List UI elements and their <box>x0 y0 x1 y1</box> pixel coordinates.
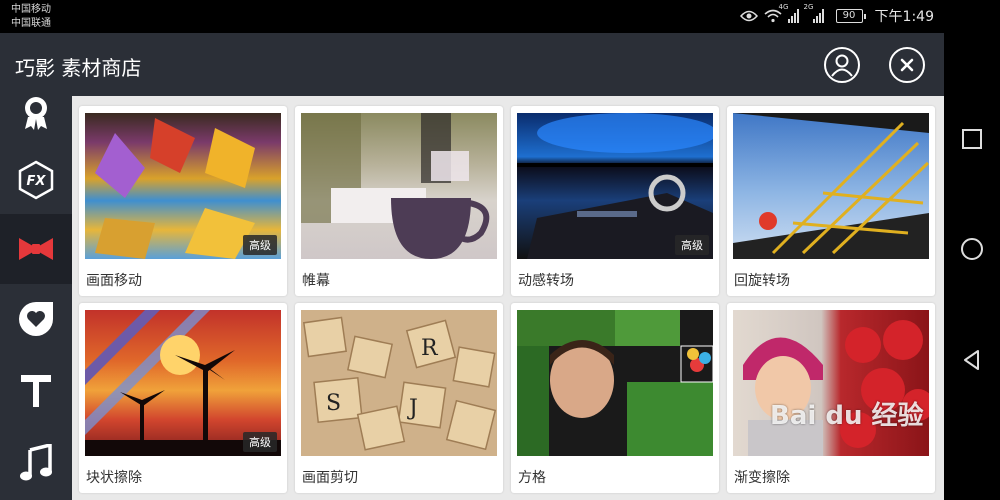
asset-card[interactable]: 高级 块状擦除 <box>79 303 287 493</box>
asset-title: 回旋转场 <box>734 273 790 289</box>
premium-badge: 高级 <box>675 235 709 255</box>
asset-title: 画面移动 <box>86 273 142 289</box>
account-button[interactable] <box>824 47 860 83</box>
ferris-wheel-art <box>733 113 929 259</box>
asset-card[interactable]: 方格 <box>511 303 719 493</box>
carrier-info: 中国移动 中国联通 <box>11 3 51 31</box>
thumbnail-image <box>733 310 929 456</box>
net-type-2: 2G <box>803 3 814 11</box>
status-bar: 中国移动 中国联通 4G 2G 90 下午1:49 <box>0 0 944 33</box>
cup-art <box>301 113 490 259</box>
thumbnail-image: 高级 <box>85 310 281 456</box>
thumbnail-image: 高级 <box>517 113 713 259</box>
premium-badge: 高级 <box>243 235 277 255</box>
signal-4g-icon: 4G <box>779 3 799 23</box>
carrier-2: 中国联通 <box>11 18 51 29</box>
asset-title: 动感转场 <box>518 273 574 289</box>
wifi-icon <box>764 9 782 23</box>
user-icon <box>831 54 853 77</box>
fx-icon: FX <box>18 160 54 200</box>
app-screen: 中国移动 中国联通 4G 2G 90 下午1:49 巧影 素材商店 FX 高级 … <box>0 0 944 500</box>
thumbnail-image: 高级 <box>85 113 281 259</box>
clock: 下午1:49 <box>874 9 934 25</box>
sidebar-item-stickers[interactable] <box>0 284 72 354</box>
award-ribbon-icon <box>25 97 47 130</box>
music-note-icon <box>20 444 52 481</box>
asset-card[interactable]: 高级 动感转场 <box>511 106 719 296</box>
asset-title: 块状擦除 <box>86 470 142 486</box>
sidebar-item-effects[interactable]: FX <box>0 145 72 215</box>
premium-badge: 高级 <box>243 432 277 452</box>
signal-2g-icon: 2G <box>804 3 824 23</box>
close-button[interactable] <box>889 47 925 83</box>
svg-text:S: S <box>326 391 341 416</box>
thumbnail-image <box>733 113 929 259</box>
asset-title: 帷幕 <box>302 273 330 289</box>
asset-card[interactable]: R S J 画面剪切 <box>295 303 503 493</box>
sidebar-item-featured[interactable] <box>0 76 72 146</box>
thumbnail-image <box>517 310 713 456</box>
sidebar-item-music[interactable] <box>0 428 72 498</box>
asset-title: 渐变擦除 <box>734 470 790 486</box>
status-icons: 4G 2G 90 下午1:49 <box>739 3 934 26</box>
thumbnail-image: R S J <box>301 310 497 456</box>
recent-apps-icon[interactable] <box>960 127 984 151</box>
back-icon[interactable] <box>960 348 984 372</box>
battery-icon: 90 <box>835 9 866 23</box>
svg-text:J: J <box>407 396 418 421</box>
thumbnail-image <box>301 113 497 259</box>
bowtie-icon <box>19 238 53 260</box>
grid-portrait-art <box>517 310 713 456</box>
heart-sticker-icon <box>19 302 53 336</box>
watermark-logo: Bai du 经验 <box>770 401 924 431</box>
home-icon[interactable] <box>960 237 984 261</box>
carrier-1: 中国移动 <box>11 4 51 15</box>
sidebar-item-text[interactable] <box>0 356 72 426</box>
eye-icon <box>739 10 758 22</box>
girl-roses-art <box>743 320 929 456</box>
sidebar-item-transitions[interactable] <box>0 214 72 284</box>
app-header: 巧影 素材商店 <box>0 33 944 96</box>
close-icon <box>900 58 914 72</box>
asset-grid: 高级 画面移动 帷幕 高级 动感转场 回旋转场 高级 块状擦除 R S J 画面… <box>72 96 944 500</box>
text-t-icon <box>21 375 51 407</box>
asset-card[interactable]: 回旋转场 <box>727 106 935 296</box>
svg-text:R: R <box>421 336 439 361</box>
scrabble-tiles-art: R S J <box>302 316 497 451</box>
net-type-1: 4G <box>778 3 789 11</box>
system-nav-bar <box>944 0 1000 500</box>
asset-title: 方格 <box>518 470 546 486</box>
watermark-url: jingyan.baidu.com <box>800 468 920 483</box>
category-sidebar: FX <box>0 96 72 500</box>
asset-card[interactable]: 帷幕 <box>295 106 503 296</box>
asset-title: 画面剪切 <box>302 470 358 486</box>
svg-text:FX: FX <box>27 174 47 189</box>
asset-card[interactable]: 高级 画面移动 <box>79 106 287 296</box>
